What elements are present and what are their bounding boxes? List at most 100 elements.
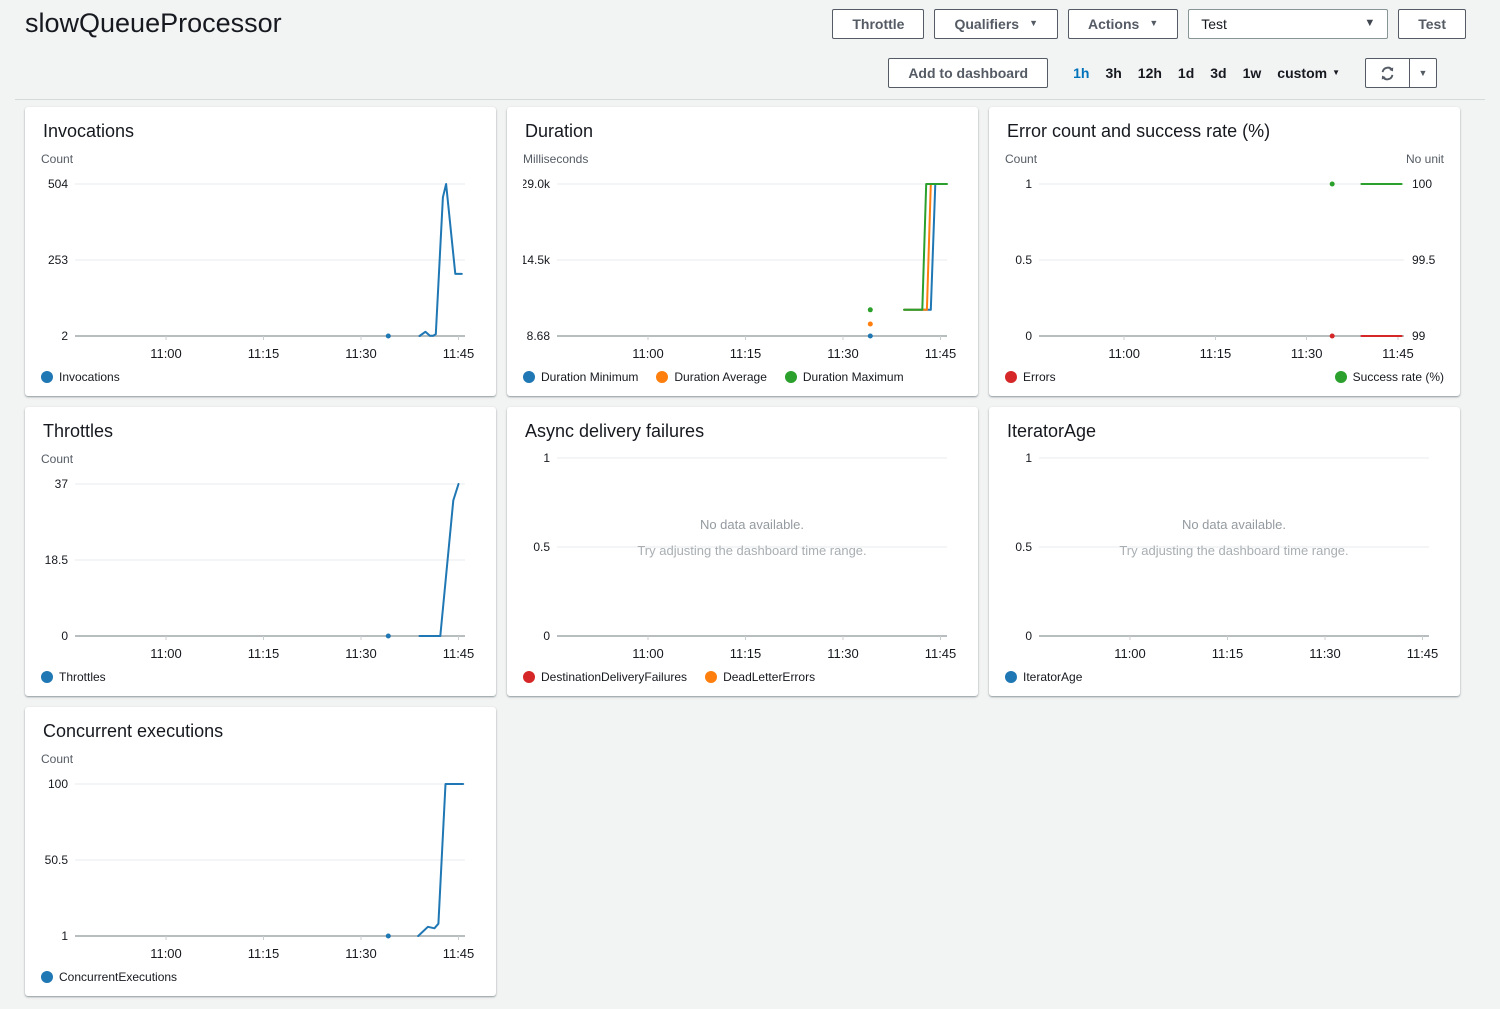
legend-item-duration-minimum[interactable]: Duration Minimum: [523, 370, 638, 384]
x-tick-label: 11:30: [1309, 646, 1341, 661]
y-tick-label: 0.5: [533, 540, 550, 554]
chevron-down-icon: ▼: [1419, 69, 1428, 78]
legend-item-duration-maximum[interactable]: Duration Maximum: [785, 370, 904, 384]
legend-item-concurrentexecutions[interactable]: ConcurrentExecutions: [41, 970, 177, 984]
chart-legend: Invocations: [41, 370, 480, 384]
chart-canvas[interactable]: CountNo unit11000.599.509911:0011:1511:3…: [1005, 150, 1444, 368]
y-axis-unit-label: Count: [1005, 152, 1038, 166]
chart-panel-iteratorage: IteratorAge 10.5011:0011:1511:3011:45No d…: [989, 407, 1460, 696]
series-duration-maximum: [904, 184, 947, 310]
x-tick-label: 11:15: [248, 346, 280, 361]
chart-canvas[interactable]: Count504253211:0011:1511:3011:45: [41, 150, 480, 368]
y-axis-unit-label: Count: [41, 152, 74, 166]
time-range-1h[interactable]: 1h: [1073, 65, 1089, 81]
test-button[interactable]: Test: [1398, 9, 1466, 39]
x-tick-label: 11:45: [925, 346, 957, 361]
refresh-button[interactable]: [1365, 58, 1410, 88]
y-axis-unit-label: Milliseconds: [523, 152, 588, 166]
legend-item-iteratorage[interactable]: IteratorAge: [1005, 670, 1082, 684]
throttle-button[interactable]: Throttle: [832, 9, 924, 39]
chart-canvas[interactable]: 10.5011:0011:1511:3011:45No data availab…: [523, 450, 962, 668]
no-data-hint: Try adjusting the dashboard time range.: [637, 543, 866, 558]
qualifiers-button-label: Qualifiers: [954, 15, 1019, 33]
actions-button-label: Actions: [1088, 15, 1139, 33]
legend-item-destinationdeliveryfailures[interactable]: DestinationDeliveryFailures: [523, 670, 687, 684]
legend-marker: [785, 371, 797, 383]
data-point-success-rate: [1330, 182, 1335, 187]
chart-canvas[interactable]: 10.5011:0011:1511:3011:45No data availab…: [1005, 450, 1444, 668]
data-point-invocations: [386, 334, 391, 339]
legend-item-errors[interactable]: Errors: [1005, 370, 1056, 384]
x-tick-label: 11:00: [632, 646, 664, 661]
legend-label: Invocations: [59, 370, 120, 384]
y-tick-label: 253: [48, 253, 68, 267]
legend-item-success-rate[interactable]: Success rate (%): [1335, 370, 1444, 384]
time-range-custom[interactable]: custom▼: [1277, 65, 1340, 81]
x-tick-label: 11:30: [345, 646, 377, 661]
throttle-button-label: Throttle: [852, 15, 904, 33]
x-tick-label: 11:30: [345, 946, 377, 961]
refresh-options-button[interactable]: ▼: [1410, 58, 1437, 88]
chart-panel-error-count-and-success-rate: Error count and success rate (%)CountNo …: [989, 107, 1460, 396]
x-tick-label: 11:00: [150, 946, 182, 961]
time-range-3h[interactable]: 3h: [1105, 65, 1121, 81]
chart-legend: DestinationDeliveryFailures DeadLetterErr…: [523, 670, 962, 684]
x-tick-label: 11:00: [1114, 646, 1146, 661]
legend-item-invocations[interactable]: Invocations: [41, 370, 120, 384]
time-range-label: 3h: [1105, 65, 1121, 81]
time-range-label: custom: [1277, 65, 1327, 81]
y-tick-label: 29.0k: [523, 177, 551, 191]
x-tick-label: 11:30: [345, 346, 377, 361]
chart-legend: Duration Minimum Duration Average Duration…: [523, 370, 962, 384]
time-range-label: 1w: [1243, 65, 1262, 81]
legend-label: Success rate (%): [1353, 370, 1444, 384]
y-tick-label: 50.5: [45, 853, 69, 867]
test-event-select-value: Test: [1201, 16, 1227, 32]
data-point-concurrentexecutions: [386, 934, 391, 939]
legend-item-throttles[interactable]: Throttles: [41, 670, 106, 684]
lambda-monitoring-page: slowQueueProcessor Throttle Qualifiers ▼…: [0, 0, 1500, 1008]
y-tick-label: 1: [543, 451, 550, 465]
data-point-duration-average: [868, 322, 873, 327]
refresh-split-button: ▼: [1365, 58, 1437, 88]
x-tick-label: 11:45: [925, 646, 957, 661]
y-tick-label: 2: [61, 329, 68, 343]
chart-panel-invocations: InvocationsCount504253211:0011:1511:3011…: [25, 107, 496, 396]
x-tick-label: 11:45: [443, 646, 475, 661]
right-tick-label: 99: [1412, 329, 1426, 343]
charts-grid: InvocationsCount504253211:0011:1511:3011…: [0, 100, 1500, 1008]
x-tick-label: 11:30: [827, 646, 859, 661]
add-to-dashboard-button[interactable]: Add to dashboard: [888, 58, 1048, 88]
chart-panel-throttles: ThrottlesCount3718.5011:0011:1511:3011:4…: [25, 407, 496, 696]
chart-canvas[interactable]: Milliseconds29.0k14.5k8.6811:0011:1511:3…: [523, 150, 962, 368]
actions-button[interactable]: Actions ▼: [1068, 9, 1178, 39]
chart-canvas[interactable]: Count3718.5011:0011:1511:3011:45: [41, 450, 480, 668]
y-tick-label: 0: [543, 629, 550, 643]
y-tick-label: 1: [1025, 177, 1032, 191]
data-point-errors: [1330, 334, 1335, 339]
legend-marker: [1005, 371, 1017, 383]
time-range-3d[interactable]: 3d: [1210, 65, 1226, 81]
time-range-selector: 1h 3h 12h 1d 3d 1w custom▼: [1073, 65, 1340, 81]
time-range-1w[interactable]: 1w: [1243, 65, 1262, 81]
y-tick-label: 1: [61, 929, 68, 943]
legend-label: Throttles: [59, 670, 106, 684]
chart-title: Duration: [525, 121, 962, 142]
x-tick-label: 11:15: [730, 346, 762, 361]
legend-marker: [705, 671, 717, 683]
chart-canvas[interactable]: Count10050.5111:0011:1511:3011:45: [41, 750, 480, 968]
x-tick-label: 11:15: [1200, 346, 1232, 361]
x-tick-label: 11:00: [150, 646, 182, 661]
data-point-duration-minimum: [868, 334, 873, 339]
time-range-1d[interactable]: 1d: [1178, 65, 1194, 81]
add-to-dashboard-label: Add to dashboard: [908, 64, 1028, 82]
legend-item-deadlettererrors[interactable]: DeadLetterErrors: [705, 670, 815, 684]
x-tick-label: 11:45: [443, 946, 475, 961]
qualifiers-button[interactable]: Qualifiers ▼: [934, 9, 1058, 39]
data-point-duration-maximum: [868, 307, 873, 312]
legend-item-duration-average[interactable]: Duration Average: [656, 370, 767, 384]
chart-title: Async delivery failures: [525, 421, 962, 442]
test-event-select[interactable]: Test ▼: [1188, 9, 1388, 39]
chevron-down-icon: ▼: [1149, 19, 1158, 28]
time-range-12h[interactable]: 12h: [1138, 65, 1162, 81]
